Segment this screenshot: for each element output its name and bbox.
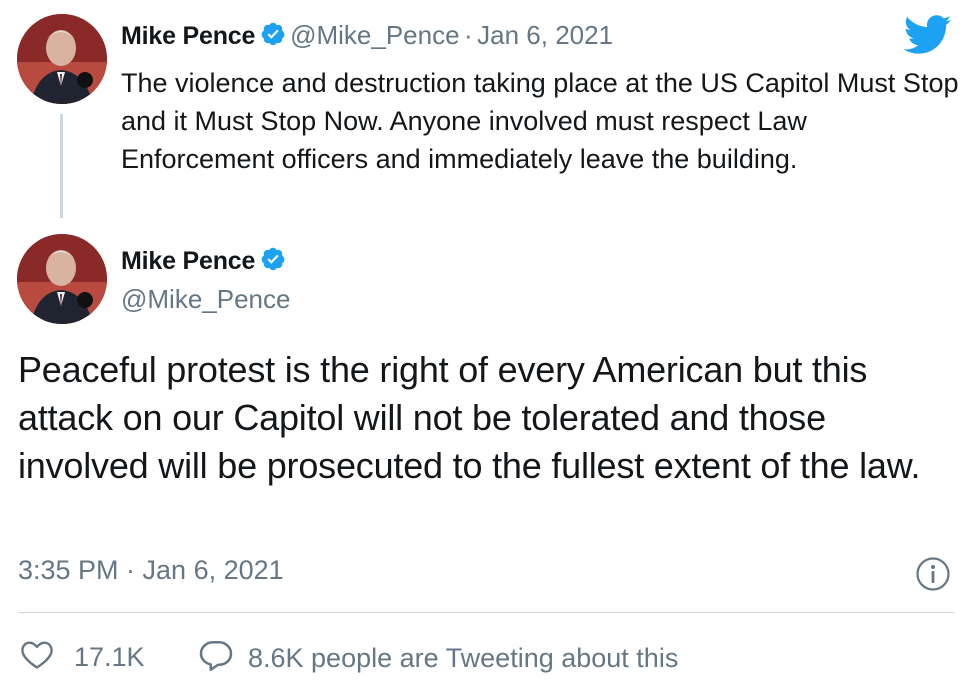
info-icon[interactable] [915, 556, 951, 592]
tweet-timestamp[interactable]: 3:35 PM · Jan 6, 2021 [18, 555, 284, 586]
author-handle[interactable]: @Mike_Pence [121, 284, 290, 315]
author-name[interactable]: Mike Pence [121, 22, 255, 50]
thread-line [60, 114, 63, 218]
avatar[interactable] [17, 234, 107, 324]
separator-dot: · [464, 20, 473, 50]
verified-badge-icon [260, 246, 286, 277]
reply-bubble-icon[interactable] [198, 638, 234, 679]
conversation-action[interactable]: 8.6K people are Tweeting about this [198, 638, 678, 679]
tweet-date[interactable]: Jan 6, 2021 [477, 20, 613, 50]
verified-badge-icon [260, 21, 286, 52]
avatar[interactable] [17, 14, 107, 104]
reply-tweet-text: The violence and destruction taking plac… [121, 68, 959, 174]
author-handle[interactable]: @Mike_Pence [290, 20, 459, 50]
conversation-text: 8.6K people are Tweeting about this [248, 643, 679, 673]
main-tweet-text: Peaceful protest is the right of every A… [18, 349, 921, 486]
divider [18, 612, 954, 613]
heart-icon[interactable] [20, 638, 54, 677]
reply-tweet-header: Mike Pence @Mike_Pence · Jan 6, 2021 [121, 20, 613, 52]
main-tweet-name-row: Mike Pence [121, 246, 286, 277]
like-action[interactable]: 17.1K [20, 638, 145, 677]
like-count: 17.1K [74, 642, 145, 672]
twitter-bird-icon [903, 15, 952, 60]
author-name[interactable]: Mike Pence [121, 247, 255, 275]
